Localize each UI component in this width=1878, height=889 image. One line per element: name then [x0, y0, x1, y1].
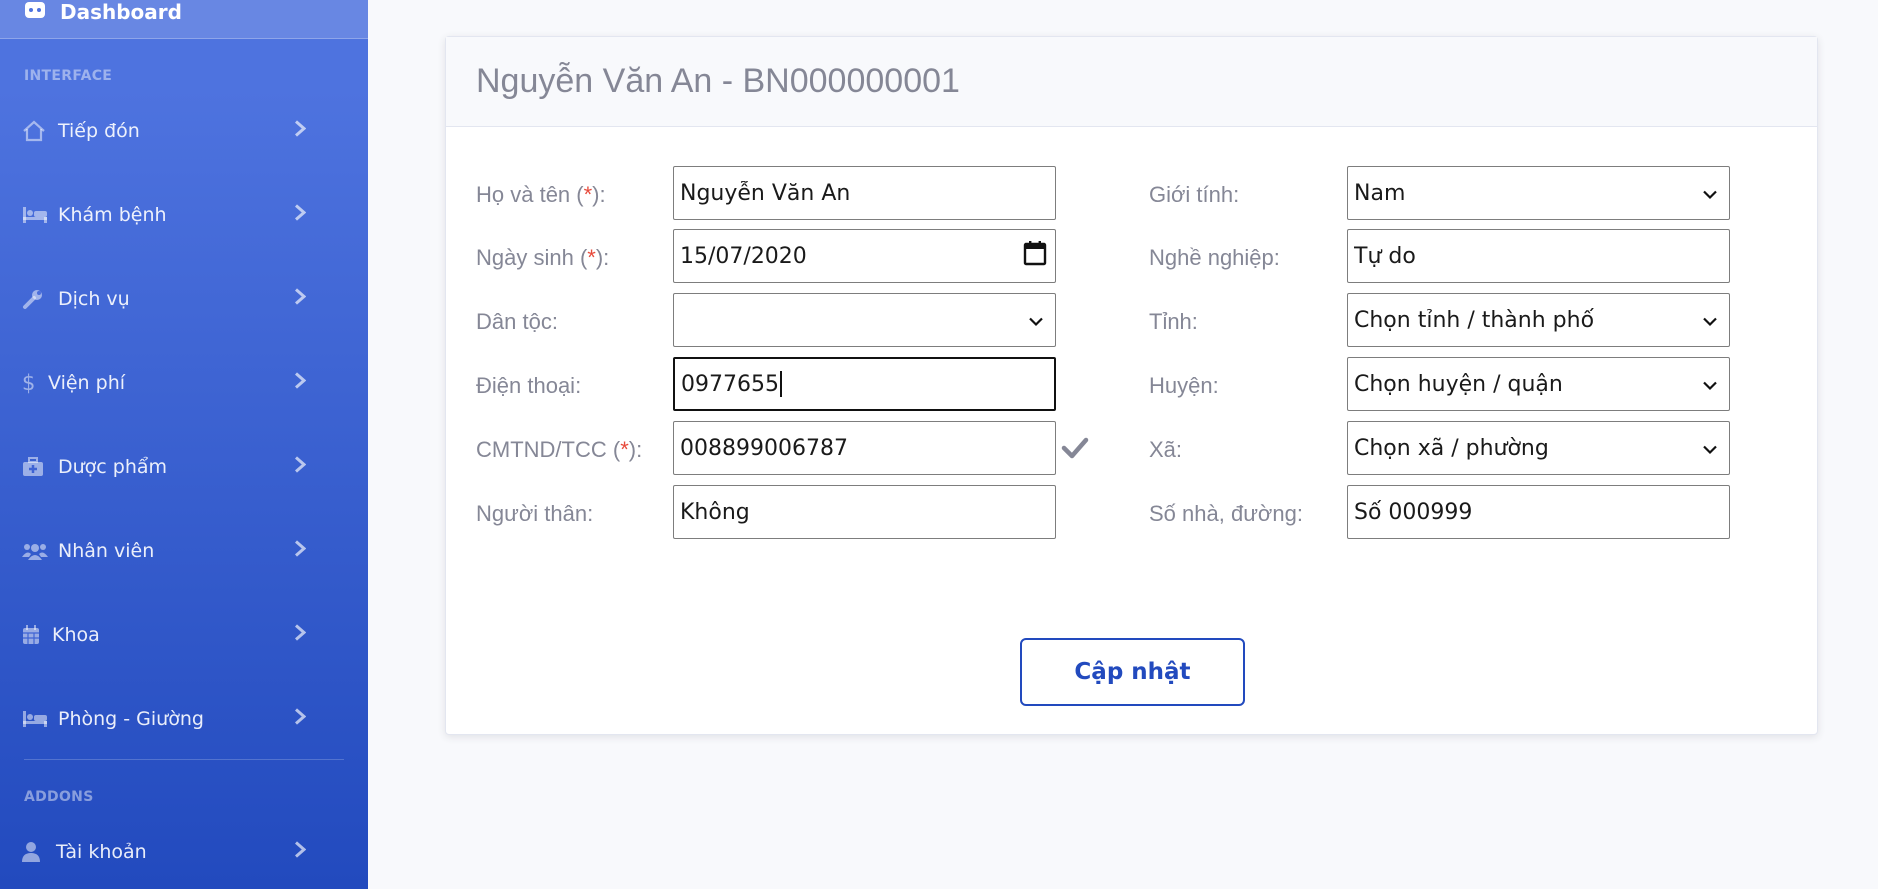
sidebar-item-dich-vu[interactable]: Dịch vụ	[0, 269, 368, 329]
district-select[interactable]: Chọn huyện / quận	[1347, 357, 1730, 411]
chevron-right-icon	[294, 204, 307, 227]
sidebar-item-label: Dược phẩm	[58, 456, 168, 478]
birth-date-input[interactable]: 15/07/2020	[673, 229, 1056, 283]
phone-input[interactable]: 0977655	[673, 357, 1056, 411]
chevron-right-icon	[294, 288, 307, 311]
gender-label: Giới tính:	[1149, 182, 1240, 207]
occupation-input[interactable]: Tự do	[1347, 229, 1730, 283]
sidebar-item-tai-khoan[interactable]: Tài khoản	[0, 822, 368, 882]
sidebar-item-label: Tiếp đón	[58, 120, 140, 142]
gender-select[interactable]: Nam	[1347, 166, 1730, 220]
sidebar-item-phong-giuong[interactable]: Phòng - Giường	[0, 689, 368, 749]
chevron-right-icon	[294, 120, 307, 143]
required-marker: *	[587, 245, 596, 270]
sidebar-heading-interface: INTERFACE	[24, 68, 113, 84]
province-label: Tỉnh:	[1149, 309, 1198, 334]
medkit-icon	[22, 457, 48, 477]
id-number-label: CMTND/TCC (*):	[476, 437, 643, 462]
sidebar-divider	[24, 759, 344, 760]
chevron-right-icon	[294, 456, 307, 479]
home-icon	[22, 120, 48, 142]
required-marker: *	[620, 437, 629, 462]
chevron-right-icon	[294, 708, 307, 731]
chevron-down-icon	[1029, 308, 1043, 333]
calendar-icon[interactable]	[1023, 240, 1047, 272]
page-title: Nguyễn Văn An - BN000000001	[476, 62, 960, 100]
sidebar-item-kham-benh[interactable]: Khám bệnh	[0, 185, 368, 245]
sidebar-item-label: Phòng - Giường	[58, 708, 204, 730]
address-label: Số nhà, đường:	[1149, 501, 1303, 526]
full-name-input[interactable]: Nguyễn Văn An	[673, 166, 1056, 220]
ward-select[interactable]: Chọn xã / phường	[1347, 421, 1730, 475]
wrench-icon	[22, 288, 48, 310]
patient-card: Nguyễn Văn An - BN000000001 Họ và tên (*…	[445, 36, 1818, 735]
bed-icon	[22, 709, 48, 729]
chevron-right-icon	[294, 841, 307, 864]
ethnicity-select[interactable]	[673, 293, 1056, 347]
chevron-right-icon	[294, 540, 307, 563]
sidebar-item-label: Nhân viên	[58, 540, 155, 562]
sidebar-item-label: Viện phí	[48, 372, 126, 394]
dashboard-icon	[24, 0, 46, 24]
ethnicity-label: Dân tộc:	[476, 309, 558, 334]
full-name-label: Họ và tên (*):	[476, 182, 606, 207]
chevron-right-icon	[294, 624, 307, 647]
update-button[interactable]: Cập nhật	[1020, 638, 1245, 706]
text-cursor	[779, 371, 782, 397]
sidebar-item-label: Dịch vụ	[58, 288, 130, 310]
bed-icon	[22, 205, 48, 225]
sidebar-item-label: Tài khoản	[56, 841, 147, 863]
chevron-down-icon	[1703, 308, 1717, 333]
sidebar-item-label: Khoa	[52, 624, 100, 646]
birth-date-label: Ngày sinh (*):	[476, 245, 610, 270]
user-icon	[22, 842, 46, 862]
province-select[interactable]: Chọn tỉnh / thành phố	[1347, 293, 1730, 347]
users-icon	[22, 541, 48, 561]
sidebar-item-label: Khám bệnh	[58, 204, 167, 226]
relative-label: Người thân:	[476, 501, 594, 526]
address-input[interactable]: Số 000999	[1347, 485, 1730, 539]
calendar-icon	[22, 625, 42, 645]
chevron-down-icon	[1703, 436, 1717, 461]
occupation-label: Nghề nghiệp:	[1149, 245, 1280, 270]
district-label: Huyện:	[1149, 373, 1219, 398]
card-header: Nguyễn Văn An - BN000000001	[446, 37, 1817, 127]
sidebar-item-vien-phi[interactable]: $ Viện phí	[0, 353, 368, 413]
check-icon	[1061, 437, 1089, 463]
sidebar-item-duoc-pham[interactable]: Dược phẩm	[0, 437, 368, 497]
sidebar-heading-addons: ADDONS	[24, 789, 94, 805]
id-number-input[interactable]: 008899006787	[673, 421, 1056, 475]
ward-label: Xã:	[1149, 437, 1183, 462]
sidebar-item-label: Dashboard	[60, 0, 182, 24]
sidebar-item-khoa[interactable]: Khoa	[0, 605, 368, 665]
required-marker: *	[583, 182, 593, 207]
sidebar-item-tiep-don[interactable]: Tiếp đón	[0, 101, 368, 161]
chevron-right-icon	[294, 372, 307, 395]
chevron-down-icon	[1703, 181, 1717, 206]
dollar-icon: $	[22, 371, 36, 395]
sidebar: Dashboard INTERFACE Tiếp đón Khám bệnh D…	[0, 0, 368, 889]
phone-label: Điện thoại:	[476, 373, 582, 398]
chevron-down-icon	[1703, 372, 1717, 397]
sidebar-item-dashboard[interactable]: Dashboard	[0, 0, 368, 39]
relative-input[interactable]: Không	[673, 485, 1056, 539]
sidebar-item-nhan-vien[interactable]: Nhân viên	[0, 521, 368, 581]
